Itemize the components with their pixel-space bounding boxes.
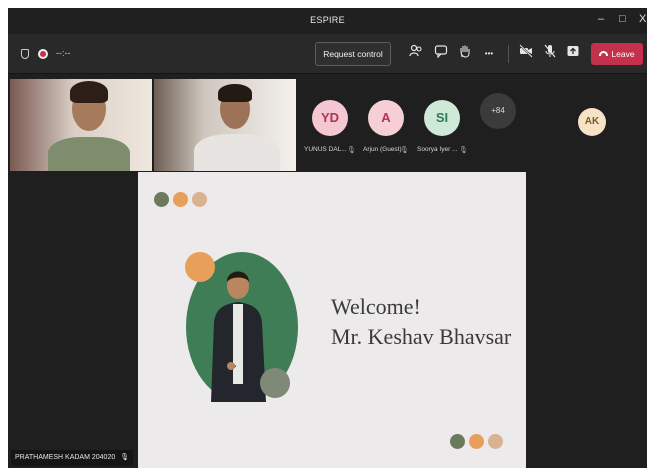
teams-meeting-window: ESPIRE – □ X --:-- Request control ••• L… <box>8 8 647 468</box>
welcome-line-2: Mr. Keshav Bhavsar <box>331 324 512 349</box>
window-title: ESPIRE <box>310 15 345 25</box>
more-participants-badge[interactable]: +84 <box>480 93 516 129</box>
mic-off-icon[interactable] <box>540 44 560 64</box>
presenter-name: PRATHAMESH KADAM 204020 <box>15 454 116 461</box>
phone-icon <box>599 51 609 56</box>
avatar-initials: SI <box>435 110 449 125</box>
decor-orange-circle <box>185 252 215 282</box>
maximize-button[interactable]: □ <box>619 13 626 25</box>
chat-icon[interactable] <box>431 44 451 64</box>
decor-dot <box>154 192 169 207</box>
welcome-text: Welcome! Mr. Keshav Bhavsar <box>331 292 511 352</box>
decor-dot <box>469 434 484 449</box>
mic-off-icon: 🎙︎ <box>120 454 130 461</box>
toolbar-divider <box>508 45 509 63</box>
people-icon[interactable] <box>406 44 426 64</box>
camera-off-icon[interactable] <box>516 44 536 64</box>
more-icon[interactable]: ••• <box>479 44 499 64</box>
participant-body <box>48 137 130 171</box>
shared-slide: Welcome! Mr. Keshav Bhavsar <box>138 172 526 468</box>
participant-video-2[interactable] <box>154 79 296 171</box>
decor-gray-circle <box>260 368 290 398</box>
recording-icon <box>38 49 48 59</box>
leave-label: Leave <box>611 49 635 59</box>
avatar[interactable]: SI <box>424 100 460 136</box>
participant-name: Arjun (Guest) <box>363 146 402 153</box>
minimize-button[interactable]: – <box>598 13 604 25</box>
avatar-initials: A <box>381 110 391 125</box>
request-control-button[interactable]: Request control <box>315 42 391 66</box>
participant-name: YUNUS DAL... <box>304 146 347 153</box>
participant-video-1[interactable] <box>10 79 152 171</box>
share-icon[interactable] <box>563 44 583 64</box>
shield-icon <box>21 49 29 59</box>
mic-off-icon: 🎙︎ <box>400 147 409 154</box>
leave-button[interactable]: Leave <box>591 43 643 65</box>
raise-hand-icon[interactable] <box>455 44 475 64</box>
meeting-toolbar: --:-- Request control ••• Leave <box>8 34 647 74</box>
participant-hair <box>218 84 252 102</box>
avatar-initials: YD <box>320 110 340 125</box>
avatar[interactable]: YD <box>312 100 348 136</box>
title-bar: ESPIRE – □ X <box>8 8 647 34</box>
mic-off-icon: 🎙︎ <box>459 147 468 154</box>
participant-hair <box>70 81 108 103</box>
welcome-line-1: Welcome! <box>331 294 421 319</box>
decor-dot <box>450 434 465 449</box>
decor-dot <box>488 434 503 449</box>
more-count: +84 <box>491 106 505 115</box>
presenter-name-tag: PRATHAMESH KADAM 204020 🎙︎ <box>11 450 134 466</box>
mic-off-icon: 🎙︎ <box>347 147 356 154</box>
avatar[interactable]: A <box>368 100 404 136</box>
decor-dot <box>173 192 188 207</box>
participant-body <box>194 134 280 171</box>
participant-name: Soorya Iyer ... <box>417 146 458 153</box>
decor-dot <box>192 192 207 207</box>
close-button[interactable]: X <box>639 13 646 25</box>
avatar-initials: AK <box>584 116 600 127</box>
avatar[interactable]: AK <box>578 108 606 136</box>
meeting-timer: --:-- <box>56 48 71 58</box>
